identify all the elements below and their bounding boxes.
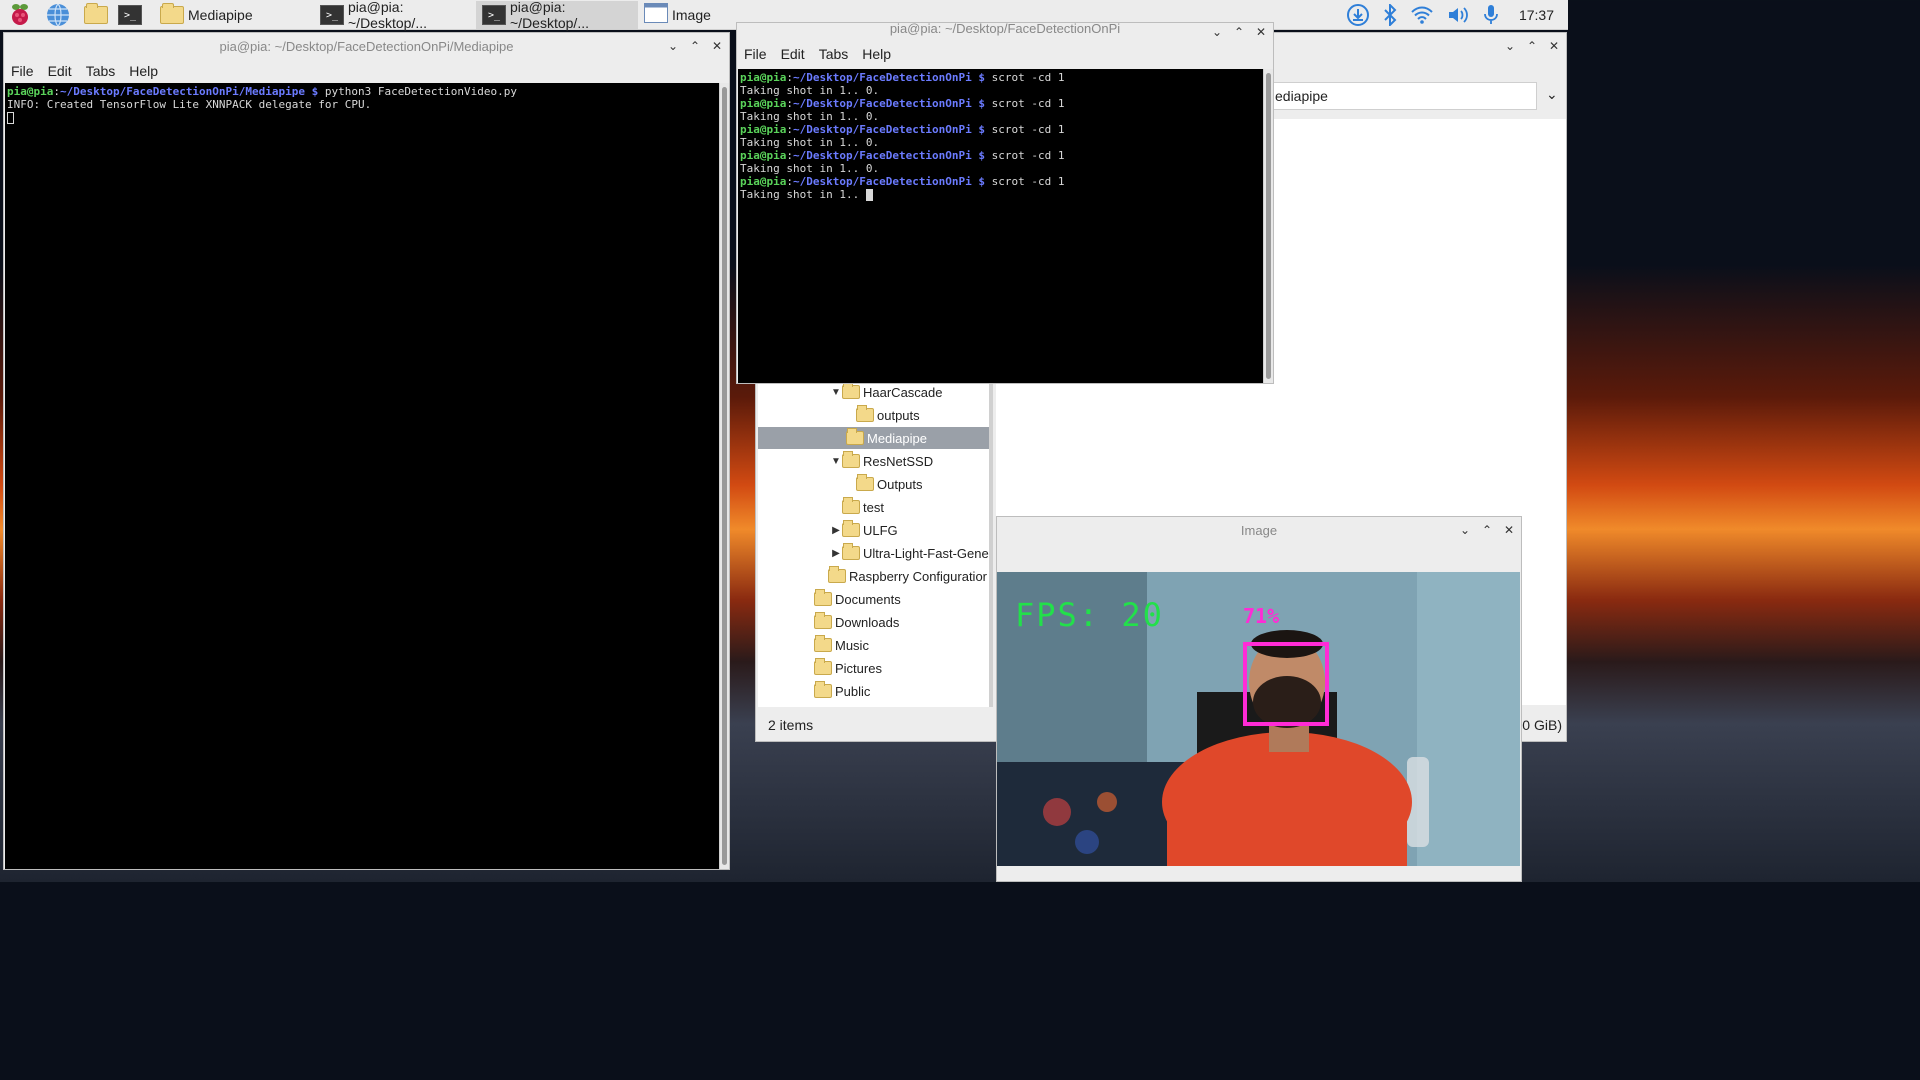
close-icon[interactable]: ✕: [1548, 39, 1560, 53]
window-title: pia@pia: ~/Desktop/FaceDetectionOnPi: [889, 21, 1121, 36]
maximize-icon[interactable]: ⌃: [1233, 25, 1245, 39]
terminal-window-right: pia@pia: ~/Desktop/FaceDetectionOnPi ⌄ ⌃…: [736, 21, 1274, 384]
system-tray: 17:37: [1346, 0, 1568, 30]
terminal-output[interactable]: pia@pia:~/Desktop/FaceDetectionOnPi/Medi…: [5, 83, 719, 869]
wifi-icon[interactable]: [1411, 5, 1433, 25]
tree-item[interactable]: Public: [814, 680, 991, 702]
image-window-icon: [644, 3, 668, 26]
window-title: pia@pia: ~/Desktop/FaceDetectionOnPi/Med…: [219, 38, 514, 54]
minimize-icon[interactable]: ⌄: [1211, 25, 1223, 39]
tree-item[interactable]: Documents: [814, 588, 991, 610]
clock[interactable]: 17:37: [1519, 7, 1554, 23]
tree-item[interactable]: Downloads: [814, 611, 991, 633]
tree-scrollbar[interactable]: [989, 383, 993, 707]
menu-file[interactable]: File: [11, 63, 34, 79]
menu-edit[interactable]: Edit: [48, 63, 72, 79]
close-icon[interactable]: ✕: [1255, 25, 1267, 39]
status-item-count: 2 items: [768, 717, 814, 733]
tree-item[interactable]: test: [842, 496, 991, 518]
menu-file[interactable]: File: [744, 46, 767, 62]
volume-icon[interactable]: [1447, 5, 1469, 25]
public-folder-icon: [814, 681, 832, 698]
microphone-icon[interactable]: [1483, 4, 1499, 26]
menu-tabs[interactable]: Tabs: [86, 63, 116, 79]
tree-item[interactable]: outputs: [856, 404, 991, 426]
window-titlebar[interactable]: pia@pia: ~/Desktop/FaceDetectionOnPi/Med…: [4, 33, 729, 59]
minimize-icon[interactable]: ⌄: [667, 39, 679, 53]
path-dropdown-icon[interactable]: ⌄: [1546, 86, 1558, 103]
status-free-space: .0 GiB): [1518, 717, 1562, 733]
tree-item[interactable]: Music: [814, 634, 991, 656]
terminal-output[interactable]: pia@pia:~/Desktop/FaceDetectionOnPi $ sc…: [738, 69, 1263, 383]
pictures-folder-icon: [814, 658, 832, 675]
confidence-label: 71%: [1243, 604, 1280, 628]
update-download-icon[interactable]: [1346, 4, 1369, 26]
menu-edit[interactable]: Edit: [781, 46, 805, 62]
tree-item[interactable]: Outputs: [856, 473, 991, 495]
folder-icon: [160, 2, 184, 24]
terminal-icon: >_: [482, 4, 506, 25]
minimize-icon[interactable]: ⌄: [1459, 523, 1471, 537]
close-icon[interactable]: ✕: [711, 39, 723, 53]
tree-item-selected[interactable]: Mediapipe: [758, 427, 991, 449]
camera-feed: FPS: 20 71%: [997, 572, 1520, 866]
documents-folder-icon: [814, 589, 832, 606]
window-titlebar[interactable]: Image ⌄ ⌃ ✕: [997, 517, 1521, 543]
file-manager-icon[interactable]: [82, 2, 110, 28]
fps-overlay: FPS: 20: [1015, 596, 1164, 634]
menu-tabs[interactable]: Tabs: [819, 46, 849, 62]
task-file-manager[interactable]: Mediapipe: [154, 1, 314, 29]
web-browser-icon[interactable]: [44, 2, 72, 28]
terminal-launcher-icon[interactable]: >_: [116, 2, 144, 28]
menu-help[interactable]: Help: [129, 63, 158, 79]
tree-item[interactable]: ▼ HaarCascade: [830, 383, 991, 403]
terminal-window-left: pia@pia: ~/Desktop/FaceDetectionOnPi/Med…: [3, 32, 730, 870]
tree-item[interactable]: ▶ Ultra-Light-Fast-Gene: [830, 542, 991, 564]
minimize-icon[interactable]: ⌄: [1504, 39, 1516, 53]
tree-item[interactable]: ▼ ResNetSSD: [830, 450, 991, 472]
path-entry[interactable]: ediapipe: [1271, 82, 1537, 110]
menu-bar: File Edit Tabs Help: [4, 59, 729, 83]
task-terminal-2[interactable]: >_ pia@pia: ~/Desktop/...: [476, 0, 638, 31]
maximize-icon[interactable]: ⌃: [1481, 523, 1493, 537]
raspberry-menu-icon[interactable]: [6, 2, 34, 28]
scrollbar[interactable]: [1263, 69, 1273, 383]
window-title: Image: [1240, 522, 1278, 538]
maximize-icon[interactable]: ⌃: [1526, 39, 1538, 53]
side-tree[interactable]: ▼ HaarCascade outputs Mediapipe ▼ ResNetSS…: [758, 383, 992, 707]
menu-bar: File Edit Tabs Help: [737, 41, 1273, 67]
scrollbar[interactable]: [719, 83, 729, 869]
maximize-icon[interactable]: ⌃: [689, 39, 701, 53]
bluetooth-icon[interactable]: [1383, 4, 1397, 26]
downloads-folder-icon: [814, 612, 832, 629]
face-bounding-box: [1243, 642, 1329, 726]
tree-item[interactable]: Pictures: [814, 657, 991, 679]
music-folder-icon: [814, 635, 832, 652]
tree-item[interactable]: Raspberry Configuratior: [828, 565, 991, 587]
close-icon[interactable]: ✕: [1503, 523, 1515, 537]
window-titlebar[interactable]: pia@pia: ~/Desktop/FaceDetectionOnPi ⌄ ⌃…: [737, 21, 1273, 41]
task-terminal-1[interactable]: >_ pia@pia: ~/Desktop/...: [314, 0, 476, 31]
menu-help[interactable]: Help: [862, 46, 891, 62]
tree-item[interactable]: ▶ ULFG: [830, 519, 991, 541]
terminal-cursor: [7, 112, 14, 124]
terminal-cursor: [865, 189, 873, 201]
terminal-icon: >_: [320, 4, 344, 25]
